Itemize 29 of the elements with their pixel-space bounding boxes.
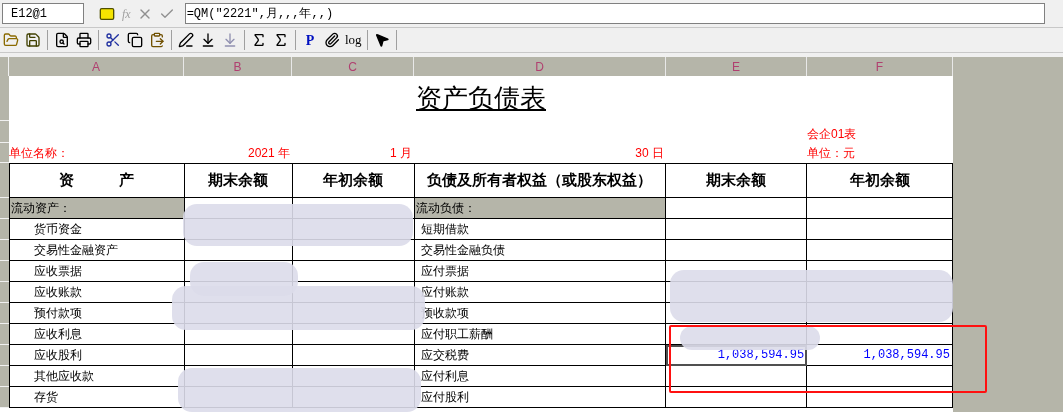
column-header[interactable]: D xyxy=(414,57,666,76)
item-label-cell: 应交税费 xyxy=(414,345,667,366)
toolbar-text-button[interactable]: log xyxy=(343,29,364,51)
column-header[interactable]: E xyxy=(666,57,807,76)
column-heading: 期末余额 xyxy=(666,164,808,198)
unit-name-label: 单位名称： xyxy=(9,146,69,160)
section-label-cell: 流动负债： xyxy=(414,198,667,219)
item-label-cell: 交易性金融负债 xyxy=(414,240,667,261)
function-button[interactable]: fx xyxy=(122,4,131,23)
report-title: 资产负债表 xyxy=(416,83,546,115)
currency-unit-label: 单位：元 xyxy=(807,146,855,160)
column-heading: 期末余额 xyxy=(184,164,293,198)
item-label-cell: 交易性金融资产 xyxy=(10,240,185,261)
cell-reference-field[interactable]: E12@1 xyxy=(2,3,84,24)
year-label: 2021 年 xyxy=(247,145,290,162)
item-label-cell: 应收股利 xyxy=(10,345,185,366)
column-header[interactable]: C xyxy=(292,57,414,76)
column-header[interactable]: A xyxy=(9,57,184,76)
form-number: 会企01表 xyxy=(807,126,857,143)
column-header[interactable]: B xyxy=(184,57,292,76)
toolbar-text-button[interactable]: P xyxy=(299,29,321,51)
day-label: 30 日 xyxy=(635,145,664,162)
column-heading: 年初余额 xyxy=(292,164,415,198)
item-label-cell: 应收票据 xyxy=(10,261,185,282)
item-label-cell: 应付票据 xyxy=(414,261,667,282)
section-label-cell: 流动资产： xyxy=(10,198,185,219)
formula-field[interactable]: =QM(″2221″,月,,,年,,) xyxy=(184,3,1045,24)
month-label: 1 月 xyxy=(390,145,412,162)
item-label-cell: 短期借款 xyxy=(414,219,667,240)
